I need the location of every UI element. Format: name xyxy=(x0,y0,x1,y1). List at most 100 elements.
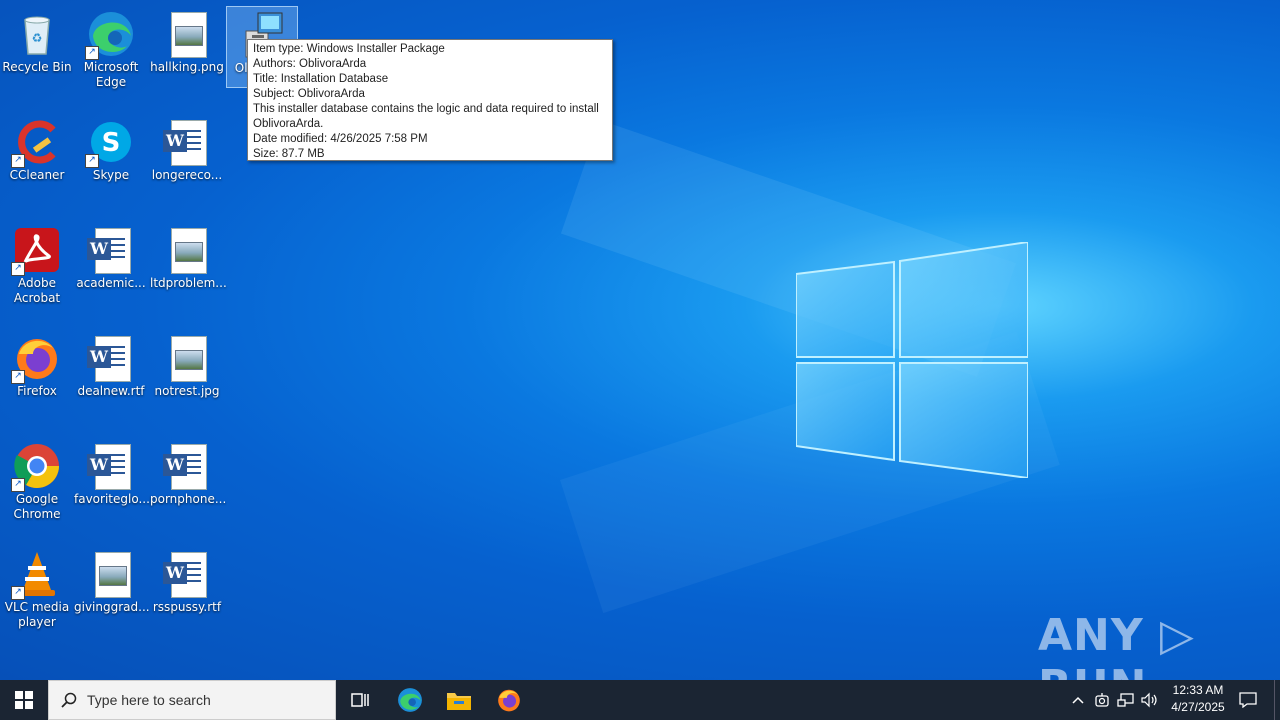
volume-button[interactable] xyxy=(1140,690,1160,710)
word-document-icon: W xyxy=(87,442,135,490)
desktop-icon-recycle-bin[interactable]: ♻ Recycle Bin xyxy=(0,6,74,106)
desktop-icon-academic[interactable]: W academic... xyxy=(74,222,148,322)
tray-app-button[interactable] xyxy=(1092,690,1112,710)
taskbar-firefox[interactable] xyxy=(484,680,534,720)
show-hidden-icons-button[interactable] xyxy=(1068,690,1088,710)
edge-icon xyxy=(398,688,422,712)
desktop-icon-firefox[interactable]: ↗ Firefox xyxy=(0,330,74,430)
word-document-icon: W xyxy=(87,226,135,274)
taskbar: Type here to search 12:33 AM 4/27/2025 xyxy=(0,680,1280,720)
search-placeholder: Type here to search xyxy=(87,692,211,708)
svg-text:♻: ♻ xyxy=(32,31,43,45)
notification-icon xyxy=(1239,692,1257,708)
icon-label: longereco... xyxy=(151,168,223,182)
task-view-button[interactable] xyxy=(336,680,384,720)
desktop-icon-vlc[interactable]: ↗ VLC media player xyxy=(0,546,74,646)
action-center-button[interactable] xyxy=(1238,690,1258,710)
shortcut-arrow-icon: ↗ xyxy=(11,262,25,276)
icon-label: pornphone... xyxy=(150,492,227,506)
icon-label: Skype xyxy=(92,168,130,182)
speaker-icon xyxy=(1141,692,1157,708)
desktop-icon-givinggrad[interactable]: givinggrad... xyxy=(74,546,150,646)
shortcut-arrow-icon: ↗ xyxy=(11,478,25,492)
start-button[interactable] xyxy=(0,680,48,720)
image-file-icon xyxy=(163,10,211,58)
icon-label: Google Chrome xyxy=(13,492,61,521)
word-document-icon: W xyxy=(163,118,211,166)
icon-label: Firefox xyxy=(17,384,57,398)
icon-label: academic... xyxy=(76,276,146,290)
recycle-bin-icon: ♻ xyxy=(13,10,61,58)
tooltip-line: This installer database contains the log… xyxy=(253,103,599,115)
image-file-icon xyxy=(87,550,135,598)
desktop-icon-adobe-acrobat[interactable]: ↗ Adobe Acrobat xyxy=(0,222,74,322)
taskbar-search-box[interactable]: Type here to search xyxy=(48,680,336,720)
tooltip-line: Title: Installation Database xyxy=(253,73,389,85)
icon-label: hallking.png xyxy=(150,60,224,74)
anyrun-watermark: ANY ▷ RUN xyxy=(1038,610,1195,680)
image-file-icon xyxy=(163,226,211,274)
adobe-acrobat-icon: ↗ xyxy=(11,226,61,276)
taskbar-edge[interactable] xyxy=(386,680,434,720)
windows-start-icon xyxy=(15,691,33,709)
clock-time: 12:33 AM xyxy=(1172,683,1224,697)
desktop-icon-notrest[interactable]: notrest.jpg xyxy=(150,330,224,430)
shortcut-arrow-icon: ↗ xyxy=(11,154,25,168)
ccleaner-icon: ↗ xyxy=(11,118,61,168)
task-view-icon xyxy=(351,693,369,707)
desktop-icon-skype[interactable]: S ↗ Skype xyxy=(74,114,148,214)
vlc-cone-icon: ↗ xyxy=(11,550,61,600)
skype-icon: S ↗ xyxy=(85,118,135,168)
icon-label: givinggrad... xyxy=(74,600,150,614)
icon-label: favoriteglo... xyxy=(74,492,150,506)
icon-label: notrest.jpg xyxy=(154,384,220,398)
desktop-icon-dealnew[interactable]: W dealnew.rtf xyxy=(74,330,148,430)
chrome-icon: ↗ xyxy=(11,442,61,492)
icon-label: dealnew.rtf xyxy=(77,384,145,398)
shortcut-arrow-icon: ↗ xyxy=(85,46,99,60)
svg-text:S: S xyxy=(102,128,121,158)
chevron-up-icon xyxy=(1072,696,1084,704)
icon-label: Adobe Acrobat xyxy=(13,276,61,305)
file-explorer-icon xyxy=(447,693,471,710)
show-desktop-button[interactable] xyxy=(1274,680,1280,720)
desktop-icon-longereco[interactable]: W longereco... xyxy=(150,114,224,214)
windows-logo xyxy=(796,242,1028,478)
tooltip-line: Item type: Windows Installer Package xyxy=(253,43,445,55)
tooltip-line: OblivoraArda. xyxy=(253,118,324,130)
icon-label: VLC media player xyxy=(4,600,70,629)
network-button[interactable] xyxy=(1116,690,1136,710)
tooltip-line: Date modified: 4/26/2025 7:58 PM xyxy=(253,133,428,145)
tooltip-line: Subject: OblivoraArda xyxy=(253,88,365,100)
search-icon xyxy=(61,692,77,708)
tooltip-line: Size: 87.7 MB xyxy=(253,148,325,160)
desktop-icon-ccleaner[interactable]: ↗ CCleaner xyxy=(0,114,74,214)
tooltip-line: Authors: OblivoraArda xyxy=(253,58,367,70)
network-icon xyxy=(1117,693,1134,707)
icon-label: CCleaner xyxy=(9,168,65,182)
clock-date: 4/27/2025 xyxy=(1171,700,1225,714)
word-document-icon: W xyxy=(163,550,211,598)
desktop-icon-google-chrome[interactable]: ↗ Google Chrome xyxy=(0,438,74,538)
shortcut-arrow-icon: ↗ xyxy=(11,586,25,600)
desktop-icon-rsspussy[interactable]: W rsspussy.rtf xyxy=(150,546,224,646)
firefox-icon: ↗ xyxy=(11,334,61,384)
word-document-icon: W xyxy=(163,442,211,490)
desktop-icon-pornphone[interactable]: W pornphone... xyxy=(150,438,227,538)
desktop[interactable]: ♻ Recycle Bin ↗ CCleaner ↗ Adobe Acrobat… xyxy=(0,0,1280,680)
desktop-icon-microsoft-edge[interactable]: ↗ Microsoft Edge xyxy=(74,6,148,106)
desktop-icon-ltdproblem[interactable]: ltdproblem... xyxy=(150,222,227,322)
shortcut-arrow-icon: ↗ xyxy=(11,370,25,384)
desktop-icon-favoriteglo[interactable]: W favoriteglo... xyxy=(74,438,150,538)
icon-label: Recycle Bin xyxy=(2,60,72,74)
file-info-tooltip: Item type: Windows Installer Package Aut… xyxy=(247,39,613,161)
icon-label: Microsoft Edge xyxy=(83,60,139,89)
desktop-icon-hallking[interactable]: hallking.png xyxy=(150,6,224,106)
icon-label: ltdproblem... xyxy=(150,276,227,290)
shortcut-arrow-icon: ↗ xyxy=(85,154,99,168)
firefox-icon xyxy=(498,689,520,712)
taskbar-file-explorer[interactable] xyxy=(434,680,484,720)
taskbar-clock[interactable]: 12:33 AM 4/27/2025 xyxy=(1160,682,1236,716)
image-file-icon xyxy=(163,334,211,382)
edge-icon: ↗ xyxy=(85,10,135,60)
